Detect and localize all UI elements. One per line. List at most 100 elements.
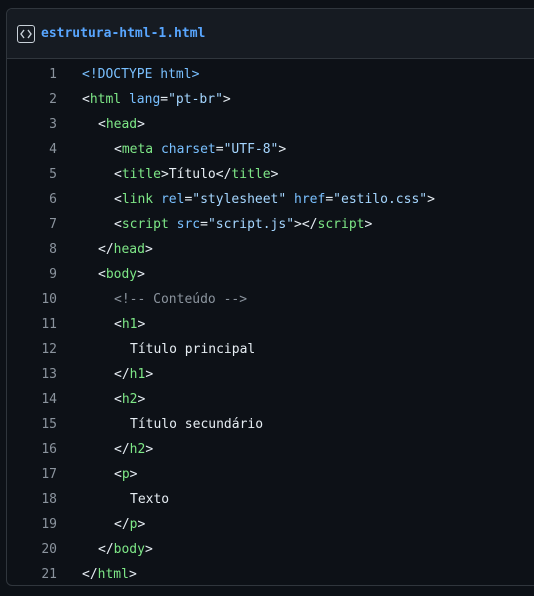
code-token: >Título</ <box>160 167 232 182</box>
code-token: </ <box>82 567 98 582</box>
line-number: 16 <box>41 442 57 457</box>
line-number: 9 <box>49 267 57 282</box>
code-token: < <box>114 392 122 407</box>
code-token: href <box>294 192 326 207</box>
code-token: < <box>114 167 122 182</box>
code-text: Texto <box>57 492 169 507</box>
code-text: <body> <box>57 267 145 282</box>
line-number: 21 <box>41 567 57 582</box>
code-block: 1 <!DOCTYPE html> 2 <html lang="pt-br"> 3 <he… <box>7 59 534 585</box>
code-text: <link rel="stylesheet" href="estilo.css"… <box>57 192 435 207</box>
code-token: head <box>113 242 145 257</box>
code-line: 1 <!DOCTYPE html> <box>7 62 534 87</box>
code-text: </h2> <box>57 442 153 457</box>
code-text: <meta charset="UTF-8"> <box>57 142 286 157</box>
code-token: Título secundário <box>130 417 264 432</box>
code-text: <!-- Conteúdo --> <box>57 292 247 307</box>
code-token: > <box>137 117 145 132</box>
code-token: body <box>105 267 138 282</box>
code-token: > <box>137 517 146 532</box>
code-token: src <box>176 217 201 232</box>
code-token: > <box>145 367 154 382</box>
code-token: = <box>325 192 334 207</box>
line-number: 2 <box>49 92 57 107</box>
code-token: < <box>98 267 106 282</box>
code-token: lang <box>128 92 161 107</box>
line-number: 13 <box>41 367 57 382</box>
code-text: <!DOCTYPE html> <box>57 67 199 82</box>
code-text: <h1> <box>57 317 145 332</box>
code-line: 10 <!-- Conteúdo --> <box>7 287 534 312</box>
code-token: h2 <box>129 442 146 457</box>
code-line: 15 Título secundário <box>7 412 534 437</box>
code-token: </ <box>98 242 114 257</box>
code-token: h1 <box>121 317 138 332</box>
code-token: html <box>97 567 129 582</box>
code-line: 12 Título principal <box>7 337 534 362</box>
code-line: 8 </head> <box>7 237 534 262</box>
code-token: title <box>121 167 161 182</box>
code-token: > <box>137 317 146 332</box>
code-token: > <box>137 267 145 282</box>
code-viewer-panel: estrutura-html-1.html 1 <!DOCTYPE html> 2 <… <box>6 8 534 586</box>
code-text: </p> <box>57 517 145 532</box>
line-number: 3 <box>49 117 57 132</box>
line-number: 11 <box>41 317 57 332</box>
line-number: 20 <box>41 542 57 557</box>
code-token: body <box>113 542 145 557</box>
code-text: Título secundário <box>57 417 263 432</box>
code-token: </ <box>114 517 130 532</box>
line-number: 10 <box>41 292 57 307</box>
code-token: "pt-br" <box>168 92 223 107</box>
line-number: 4 <box>49 142 57 157</box>
code-token: > <box>427 192 435 207</box>
code-token: h2 <box>121 392 138 407</box>
code-line: 19 </p> <box>7 512 534 537</box>
code-token: = <box>215 142 224 157</box>
code-icon <box>17 24 35 43</box>
code-token: < <box>114 192 122 207</box>
code-token: > <box>137 392 146 407</box>
code-line: 21 </html> <box>7 562 534 585</box>
file-name-link[interactable]: estrutura-html-1.html <box>41 26 205 41</box>
line-number: 1 <box>49 67 57 82</box>
code-token: rel <box>160 192 185 207</box>
code-text: </head> <box>57 242 153 257</box>
code-token: > <box>144 542 153 557</box>
code-token: < <box>114 217 122 232</box>
file-header: estrutura-html-1.html <box>7 9 534 59</box>
code-text: <head> <box>57 117 145 132</box>
code-token: < <box>82 92 90 107</box>
code-text: <h2> <box>57 392 145 407</box>
code-token: <!DOCTYPE html> <box>82 67 200 82</box>
code-token: Título principal <box>130 342 256 357</box>
code-line: 16 </h2> <box>7 437 534 462</box>
code-line: 14 <h2> <box>7 387 534 412</box>
code-token: meta <box>121 142 154 157</box>
code-token: > <box>144 242 153 257</box>
code-line: 9 <body> <box>7 262 534 287</box>
code-token: <!-- Conteúdo --> <box>114 292 248 307</box>
code-line: 13 </h1> <box>7 362 534 387</box>
line-number: 12 <box>41 342 57 357</box>
line-number: 6 <box>49 192 57 207</box>
code-token: </ <box>114 367 130 382</box>
line-number: 5 <box>49 167 57 182</box>
code-text: </body> <box>57 542 153 557</box>
code-text: Título principal <box>57 342 255 357</box>
code-line: 6 <link rel="stylesheet" href="estilo.css… <box>7 187 534 212</box>
code-line: 18 Texto <box>7 487 534 512</box>
code-token: ></ <box>294 217 318 232</box>
code-text: <html lang="pt-br"> <box>57 92 231 107</box>
code-token: "UTF-8" <box>223 142 279 157</box>
code-token: title <box>231 167 271 182</box>
code-token: head <box>105 117 138 132</box>
code-token: "script.js" <box>207 217 295 232</box>
code-token: = <box>160 92 169 107</box>
line-number: 15 <box>41 417 57 432</box>
